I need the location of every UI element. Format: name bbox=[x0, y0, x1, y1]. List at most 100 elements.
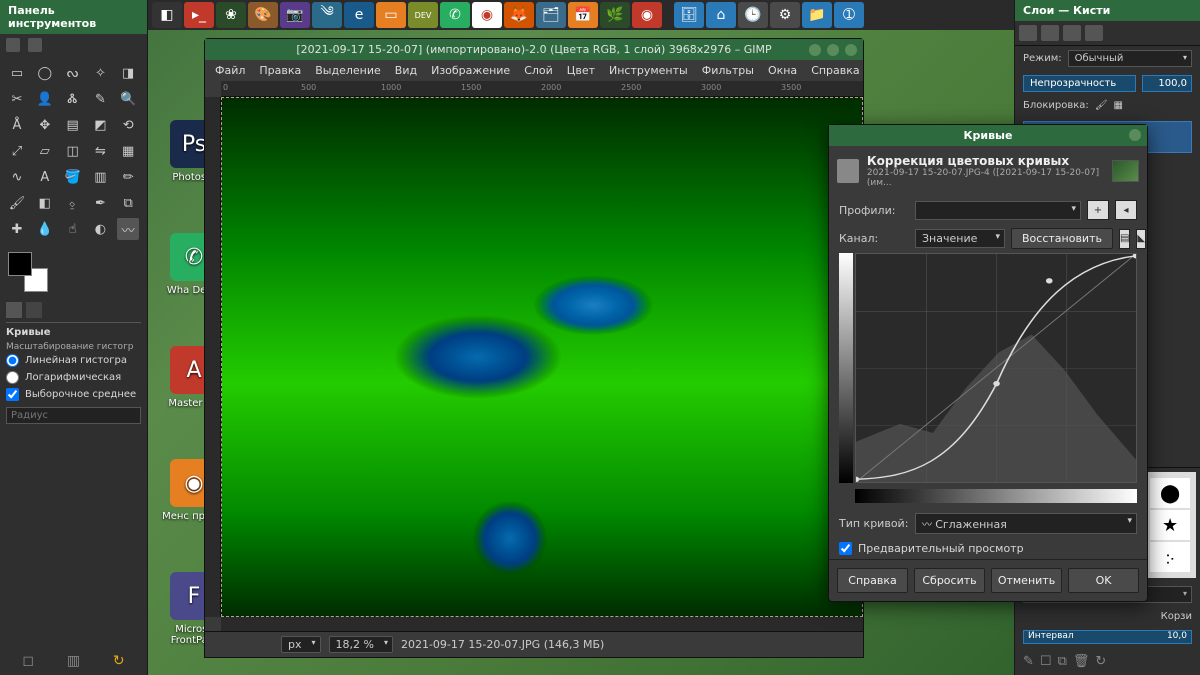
layers-tab-icon[interactable] bbox=[1019, 25, 1037, 41]
channel-select[interactable]: Значение bbox=[915, 229, 1005, 248]
dodge-tool[interactable]: ◐ bbox=[89, 218, 111, 240]
menu-windows[interactable]: Окна bbox=[768, 64, 797, 77]
firefox-icon[interactable]: 🦊 bbox=[504, 2, 534, 28]
log-radio-input[interactable] bbox=[6, 371, 19, 384]
curves-titlebar[interactable]: Кривые bbox=[829, 125, 1147, 146]
minimize-icon[interactable] bbox=[6, 38, 20, 52]
brush-item[interactable]: ⬤ bbox=[1150, 478, 1190, 508]
paths-tab-icon[interactable] bbox=[1063, 25, 1081, 41]
warp-tool[interactable]: ∿ bbox=[6, 166, 28, 188]
control-point[interactable] bbox=[993, 381, 1000, 386]
folder-icon[interactable]: 📁 bbox=[802, 2, 832, 28]
crop-tool[interactable]: ◩ bbox=[89, 114, 111, 136]
heal-tool[interactable]: ✚ bbox=[6, 218, 28, 240]
camera-icon[interactable]: 📷 bbox=[280, 2, 310, 28]
phone-icon[interactable]: ✆ bbox=[440, 2, 470, 28]
menu-select[interactable]: Выделение bbox=[315, 64, 381, 77]
edge-icon[interactable]: e bbox=[344, 2, 374, 28]
zoom-tool[interactable]: 🔍 bbox=[117, 88, 139, 110]
profile-add-button[interactable]: + bbox=[1087, 200, 1109, 220]
histogram-linear-icon[interactable]: ▤ bbox=[1119, 229, 1130, 249]
ok-button[interactable]: OK bbox=[1068, 568, 1139, 593]
menu-edit[interactable]: Правка bbox=[259, 64, 301, 77]
ellipse-select-tool[interactable]: ◯ bbox=[34, 62, 56, 84]
blur-tool[interactable]: 💧 bbox=[34, 218, 56, 240]
sample-average-check[interactable]: Выборочное среднее bbox=[6, 386, 141, 403]
close-icon[interactable] bbox=[1129, 129, 1141, 141]
app-icon[interactable]: ▭ bbox=[376, 2, 406, 28]
nature2-icon[interactable]: 🌿 bbox=[600, 2, 630, 28]
opts-tab-icon[interactable] bbox=[6, 302, 22, 318]
minimize-button[interactable] bbox=[809, 44, 821, 56]
profile-menu-button[interactable]: ◂ bbox=[1115, 200, 1137, 220]
free-select-tool[interactable]: ᔓ bbox=[62, 62, 84, 84]
bucket-tool[interactable]: 🪣 bbox=[62, 166, 84, 188]
cage-tool[interactable]: ▦ bbox=[117, 140, 139, 162]
unit-select[interactable]: px bbox=[281, 636, 321, 653]
menu-layer[interactable]: Слой bbox=[524, 64, 553, 77]
linear-histogram-radio[interactable]: Линейная гистогра bbox=[6, 352, 141, 369]
taskbar-app-icon[interactable]: ◧ bbox=[152, 2, 182, 28]
foreground-tool[interactable]: 👤 bbox=[34, 88, 56, 110]
shear-tool[interactable]: ▱ bbox=[34, 140, 56, 162]
help-button[interactable]: Справка bbox=[837, 568, 908, 593]
curve-canvas[interactable] bbox=[855, 253, 1137, 483]
filemanager-icon[interactable]: 🗄 bbox=[674, 2, 704, 28]
control-point[interactable] bbox=[1046, 278, 1053, 283]
menu-tools[interactable]: Инструменты bbox=[609, 64, 688, 77]
edit-brush-icon[interactable]: ✎ bbox=[1023, 654, 1034, 669]
menu-colors[interactable]: Цвет bbox=[567, 64, 595, 77]
maximize-button[interactable] bbox=[827, 44, 839, 56]
delete-brush-icon[interactable]: 🗑 bbox=[1073, 654, 1090, 669]
profiles-select[interactable] bbox=[915, 201, 1081, 220]
measure-tool[interactable]: Å bbox=[6, 114, 28, 136]
mode-select[interactable]: Обычный bbox=[1068, 50, 1192, 67]
compass-icon[interactable]: ◉ bbox=[472, 2, 502, 28]
new-brush-icon[interactable]: ☐ bbox=[1040, 654, 1052, 669]
canvas[interactable] bbox=[221, 97, 863, 617]
color-picker-tool[interactable]: ✎ bbox=[89, 88, 111, 110]
zoom-select[interactable]: 18,2 % bbox=[329, 636, 393, 653]
radius-input[interactable] bbox=[6, 407, 141, 424]
status-icon-3[interactable]: ↻ bbox=[113, 653, 125, 669]
curve-type-select[interactable]: 〰 Сглаженная bbox=[915, 513, 1137, 534]
by-color-tool[interactable]: ◨ bbox=[117, 62, 139, 84]
linear-radio-input[interactable] bbox=[6, 354, 19, 367]
rotate-tool[interactable]: ⟲ bbox=[117, 114, 139, 136]
menu-image[interactable]: Изображение bbox=[431, 64, 510, 77]
brush-item[interactable]: ★ bbox=[1150, 510, 1190, 540]
app-red-icon[interactable]: ◉ bbox=[632, 2, 662, 28]
nature-app-icon[interactable]: ❀ bbox=[216, 2, 246, 28]
clone-tool[interactable]: ⧉ bbox=[117, 192, 139, 214]
preview-row[interactable]: Предварительный просмотр bbox=[829, 538, 1147, 559]
fg-bg-color[interactable] bbox=[8, 252, 48, 292]
brush-item[interactable]: ჻ bbox=[1150, 542, 1190, 572]
reset-channel-button[interactable]: Восстановить bbox=[1011, 228, 1113, 249]
histogram-log-icon[interactable]: ◣ bbox=[1136, 229, 1146, 249]
gradient-tool[interactable]: ▥ bbox=[89, 166, 111, 188]
terminal-icon[interactable]: ▸_ bbox=[184, 2, 214, 28]
calendar-icon[interactable]: 📅 bbox=[568, 2, 598, 28]
lock-alpha-icon[interactable]: ▦ bbox=[1114, 100, 1123, 111]
status-icon-2[interactable]: ▥ bbox=[67, 653, 80, 669]
status-icon-1[interactable]: ◻ bbox=[22, 653, 34, 669]
horizontal-scrollbar[interactable] bbox=[221, 617, 863, 631]
perspective-tool[interactable]: ◫ bbox=[62, 140, 84, 162]
control-point[interactable] bbox=[1133, 254, 1136, 258]
menu-view[interactable]: Вид bbox=[395, 64, 417, 77]
fg-color-swatch[interactable] bbox=[8, 252, 32, 276]
move-tool[interactable]: ✥ bbox=[34, 114, 56, 136]
swirl-app-icon[interactable]: ༄ bbox=[312, 2, 342, 28]
reset-button[interactable]: Сбросить bbox=[914, 568, 985, 593]
gimp-titlebar[interactable]: [2021-09-17 15-20-07] (импортировано)-2.… bbox=[205, 39, 863, 60]
duplicate-brush-icon[interactable]: ⧉ bbox=[1058, 654, 1067, 669]
eraser-tool[interactable]: ◧ bbox=[34, 192, 56, 214]
opacity-value[interactable]: 100,0 bbox=[1142, 75, 1192, 92]
ink-tool[interactable]: ✒ bbox=[89, 192, 111, 214]
sample-avg-checkbox[interactable] bbox=[6, 388, 19, 401]
accessibility-icon[interactable]: ➀ bbox=[834, 2, 864, 28]
menu-filters[interactable]: Фильтры bbox=[702, 64, 754, 77]
spacing-slider[interactable]: Интервал 10,0 bbox=[1023, 630, 1192, 644]
curves-tool[interactable]: 〰 bbox=[117, 218, 139, 240]
log-histogram-radio[interactable]: Логарифмическая bbox=[6, 369, 141, 386]
